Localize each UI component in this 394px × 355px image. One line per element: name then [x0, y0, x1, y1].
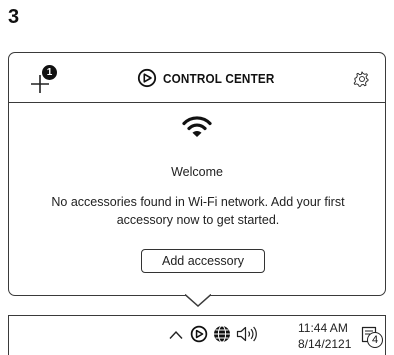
gear-icon	[353, 71, 369, 87]
globe-icon[interactable]	[213, 325, 231, 343]
add-badge: 1	[42, 65, 57, 80]
panel-content: Welcome No accessories found in Wi-Fi ne…	[9, 103, 385, 293]
app-title: CONTROL CENTER	[163, 70, 275, 86]
add-accessory-button[interactable]: Add accessory	[141, 249, 265, 273]
panel-header: 1 CONTROL CENTER	[9, 53, 385, 103]
speaker-icon[interactable]	[236, 326, 258, 342]
wifi-icon	[182, 116, 212, 137]
add-accessory-header-button[interactable]: 1	[29, 65, 61, 95]
chevron-up-icon[interactable]	[169, 330, 183, 340]
control-center-tray-icon[interactable]	[190, 325, 208, 343]
notification-center-button[interactable]: 4	[361, 326, 383, 353]
taskbar: 11:44 AM 8/14/2121 4	[8, 315, 386, 355]
time-text: 11:44 AM	[298, 321, 348, 335]
elgato-logo-icon	[137, 68, 157, 88]
clock[interactable]: 11:44 AM 8/14/2121	[298, 320, 362, 352]
panel-pointer	[185, 294, 211, 308]
notification-count-badge: 4	[367, 332, 383, 348]
brand: CONTROL CENTER	[137, 67, 287, 89]
control-center-panel: 1 CONTROL CENTER Welcome No accessories …	[8, 52, 386, 296]
date-text: 8/14/2121	[298, 337, 352, 351]
settings-button[interactable]	[353, 70, 371, 88]
no-accessories-message: No accessories found in Wi-Fi network. A…	[51, 195, 345, 227]
step-number: 3	[8, 6, 20, 28]
welcome-text: Welcome	[171, 165, 223, 179]
